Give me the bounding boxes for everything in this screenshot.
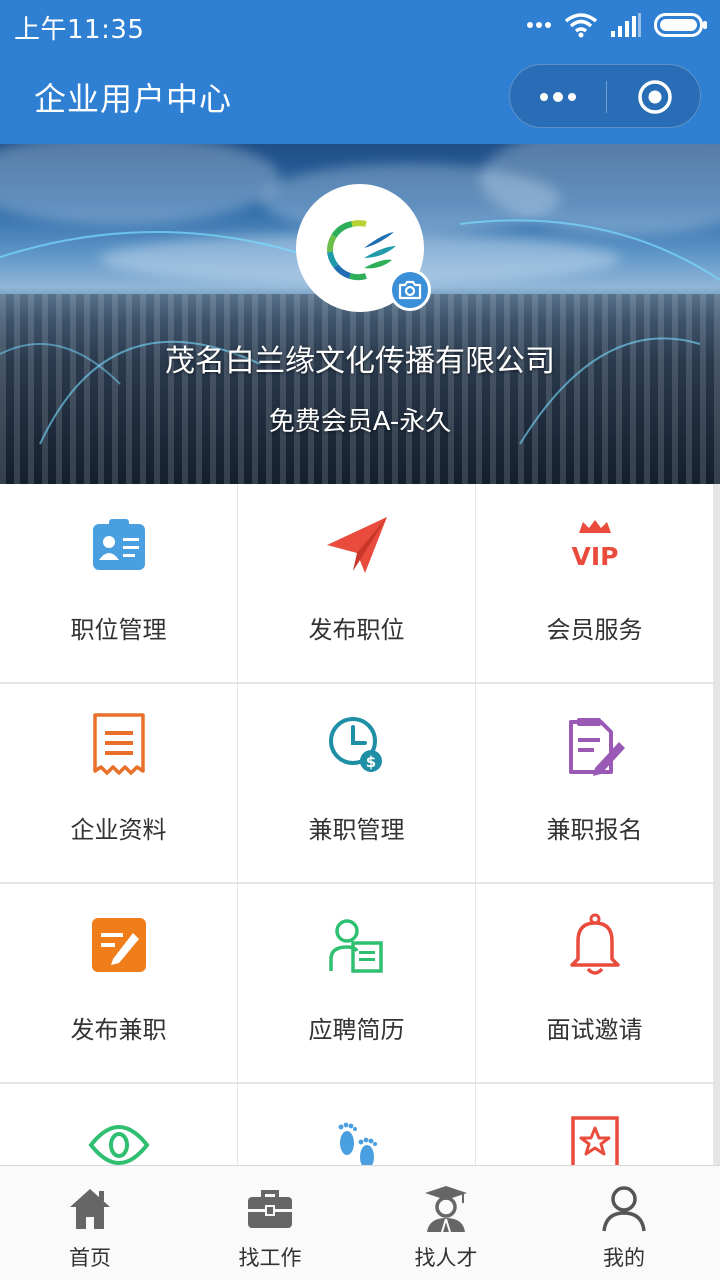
target-close-icon: [637, 80, 672, 114]
svg-text:$: $: [365, 753, 375, 771]
more-button[interactable]: [510, 65, 606, 129]
receipt-icon: [92, 713, 145, 775]
tab-find-talent[interactable]: 找人才: [356, 1166, 536, 1280]
edit-note-icon: [91, 918, 146, 972]
feature-grid: 职位管理 发布职位 VIP 会员服务 企业资料 $ 兼职管理 兼职报名 发布兼职: [0, 484, 720, 1280]
camera-icon: [398, 280, 422, 300]
close-button[interactable]: [607, 65, 702, 129]
briefcase-icon: [248, 1190, 292, 1228]
bottom-tab-bar: 首页 找工作 找人才 我的: [0, 1165, 720, 1280]
menu-item-label: 职位管理: [70, 616, 167, 644]
vip-crown-icon: VIP: [571, 520, 618, 571]
tab-label: 我的: [603, 1246, 645, 1270]
company-name: 茂名白兰缘文化传播有限公司: [165, 344, 555, 379]
id-card-icon: [92, 519, 145, 570]
bell-icon: [569, 913, 620, 975]
tab-home[interactable]: 首页: [0, 1166, 180, 1280]
person-resume-icon: [328, 919, 383, 973]
menu-item-resumes[interactable]: 应聘简历: [238, 884, 475, 1082]
menu-item-parttime-apply[interactable]: 兼职报名: [476, 684, 713, 882]
signal-dots-icon: [527, 22, 551, 28]
top-bar: 上午11:35 企业用户中心: [0, 0, 720, 144]
menu-item-label: 企业资料: [70, 816, 167, 844]
tab-mine[interactable]: 我的: [534, 1166, 714, 1280]
menu-item-label: 发布职位: [308, 616, 405, 644]
change-avatar-button[interactable]: [389, 269, 431, 311]
profile-banner: 茂名白兰缘文化传播有限公司 免费会员A-永久: [0, 144, 720, 484]
cell-signal-icon: [611, 13, 641, 37]
status-time: 上午11:35: [14, 15, 145, 45]
menu-item-label: 兼职报名: [546, 816, 643, 844]
menu-item-label: 发布兼职: [70, 1016, 167, 1044]
more-dots-icon: [540, 92, 576, 102]
graduate-icon: [425, 1186, 467, 1233]
menu-item-parttime-manage[interactable]: $ 兼职管理: [238, 684, 475, 882]
tab-label: 首页: [69, 1246, 111, 1270]
status-icons: [526, 10, 708, 40]
menu-item-interview[interactable]: 面试邀请: [476, 884, 713, 1082]
menu-item-post-parttime[interactable]: 发布兼职: [0, 884, 237, 1082]
svg-text:VIP: VIP: [571, 542, 618, 571]
menu-item-label: 应聘简历: [308, 1016, 405, 1044]
menu-item-label: 面试邀请: [546, 1016, 643, 1044]
clock-coin-icon: $: [328, 717, 382, 772]
membership-level: 免费会员A-永久: [268, 407, 452, 437]
menu-item-membership[interactable]: VIP 会员服务: [476, 484, 713, 682]
menu-item-label: 兼职管理: [308, 816, 405, 844]
battery-icon: [654, 13, 707, 37]
page-title: 企业用户中心: [34, 80, 233, 118]
user-icon: [602, 1186, 646, 1232]
menu-item-label: 会员服务: [546, 616, 643, 644]
menu-item-post-job[interactable]: 发布职位: [238, 484, 475, 682]
mini-program-capsule: [509, 64, 701, 128]
status-bar: 上午11:35: [0, 0, 720, 48]
document-pen-icon: [568, 718, 625, 776]
tab-find-job[interactable]: 找工作: [180, 1166, 360, 1280]
paper-plane-icon: [326, 517, 387, 573]
tab-label: 找人才: [414, 1246, 478, 1270]
tab-label: 找工作: [238, 1246, 302, 1270]
menu-item-job-manage[interactable]: 职位管理: [0, 484, 237, 682]
home-icon: [70, 1189, 110, 1229]
screen: 上午11:35 企业用户中心 茂名白兰缘文化传播有限公司 免费会员A-永久 职位…: [0, 0, 720, 1280]
wifi-icon: [564, 13, 598, 38]
menu-item-company-info[interactable]: 企业资料: [0, 684, 237, 882]
